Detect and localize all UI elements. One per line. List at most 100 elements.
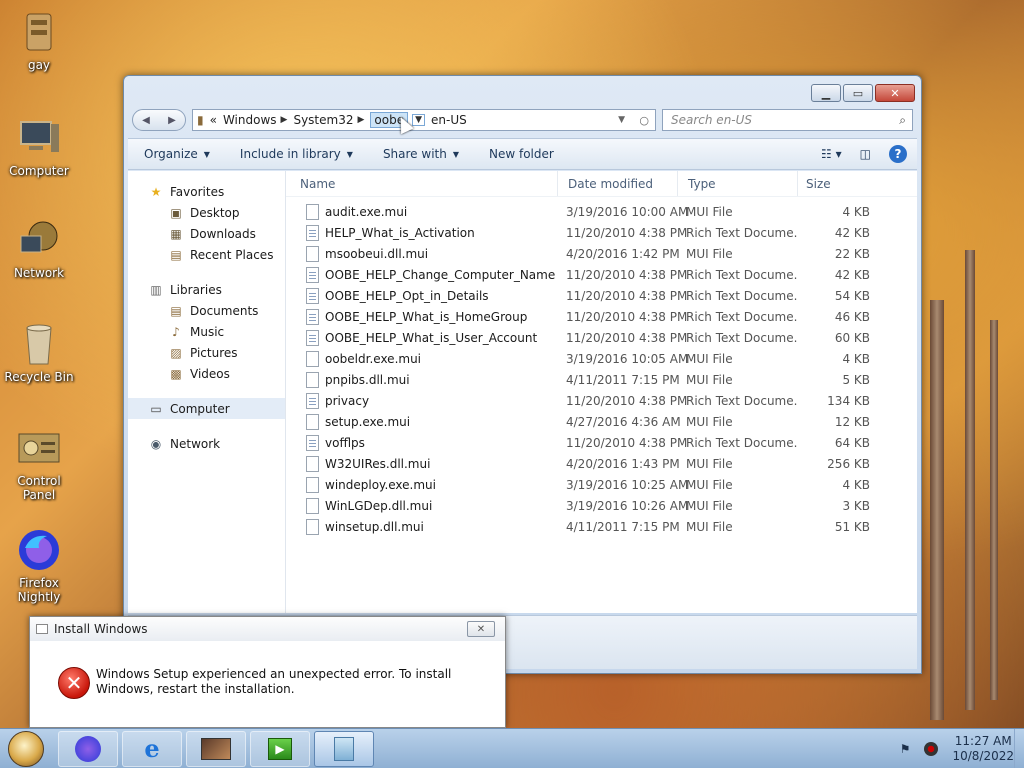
file-type: MUI File: [686, 372, 733, 387]
breadcrumb-arrow-icon[interactable]: ▶: [357, 115, 364, 125]
navigation-pane: ★ Favorites ▣ Desktop ▦ Downloads ▤ Recent P…: [128, 171, 286, 613]
error-icon: ✕: [58, 667, 90, 699]
clock[interactable]: 11:27 AM 10/8/2022: [952, 734, 1014, 764]
taskbar-internet-explorer[interactable]: e: [122, 730, 182, 767]
nav-recent-places[interactable]: ▤ Recent Places: [128, 244, 285, 265]
new-folder-button[interactable]: New folder: [489, 147, 554, 161]
column-type[interactable]: Type: [678, 171, 798, 196]
nav-label: Pictures: [190, 345, 238, 360]
column-size[interactable]: Size: [798, 171, 878, 196]
file-size: 60 KB: [834, 330, 870, 345]
table-row[interactable]: winsetup.dll.mui 4/11/2011 7:15 PM MUI Fil…: [286, 516, 917, 537]
help-icon[interactable]: ?: [889, 145, 907, 163]
show-desktop-button[interactable]: [1014, 729, 1024, 768]
minimize-icon: ▁: [821, 86, 831, 100]
table-row[interactable]: W32UIRes.dll.mui 4/20/2016 1:43 PM MUI Fil…: [286, 453, 917, 474]
search-box[interactable]: Search en-US ⌕: [662, 109, 913, 131]
table-row[interactable]: pnpibs.dll.mui 4/11/2011 7:15 PM MUI File 5…: [286, 369, 917, 390]
taskbar-photos[interactable]: [186, 730, 246, 767]
breadcrumb-arrow-icon[interactable]: ▶: [281, 115, 288, 125]
table-row[interactable]: windeploy.exe.mui 3/19/2016 10:25 AM MUI F…: [286, 474, 917, 495]
include-in-library-button[interactable]: Include in library ▼: [240, 147, 353, 161]
breadcrumb-en-us[interactable]: en-US: [431, 113, 467, 127]
search-input[interactable]: Search en-US: [671, 113, 752, 127]
search-icon[interactable]: ⌕: [899, 113, 906, 128]
table-row[interactable]: vofflps 11/20/2010 4:38 PM Rich Text Docum…: [286, 432, 917, 453]
nav-desktop[interactable]: ▣ Desktop: [128, 202, 285, 223]
address-overflow-chevron[interactable]: «: [210, 113, 217, 127]
taskbar-install-windows[interactable]: [314, 730, 374, 767]
dialog-close-button[interactable]: ✕: [467, 621, 495, 637]
nav-pictures[interactable]: ▨ Pictures: [128, 342, 285, 363]
view-controls: ☷ ▾ ◫ ?: [821, 145, 907, 163]
file-date: 11/20/2010 4:38 PM: [566, 288, 688, 303]
column-header: Name Date modified Type Size: [286, 171, 917, 197]
table-row[interactable]: oobeldr.exe.mui 3/19/2016 10:05 AM MUI Fil…: [286, 348, 917, 369]
table-row[interactable]: OOBE_HELP_What_is_HomeGroup 11/20/2010 4:…: [286, 306, 917, 327]
breadcrumb-windows[interactable]: Windows ▶: [223, 113, 288, 127]
taskbar-firefox-nightly[interactable]: [58, 730, 118, 767]
share-with-button[interactable]: Share with ▼: [383, 147, 459, 161]
nav-music[interactable]: ♪ Music: [128, 321, 285, 342]
share-with-label: Share with: [382, 147, 447, 161]
file-name-cell: OOBE_HELP_What_is_User_Account: [286, 329, 558, 346]
close-button[interactable]: ✕: [875, 84, 915, 102]
file-date: 11/20/2010 4:38 PM: [566, 435, 688, 450]
file-name-cell: msoobeui.dll.mui: [286, 245, 558, 262]
nav-computer[interactable]: ▭ Computer: [128, 398, 285, 419]
desktop-icon-user[interactable]: gay: [2, 10, 76, 72]
desktop-icon-computer[interactable]: Computer: [2, 116, 76, 178]
chevron-down-icon: ▼: [346, 149, 353, 159]
table-row[interactable]: audit.exe.mui 3/19/2016 10:00 AM MUI File 4…: [286, 201, 917, 222]
file-name-cell: WinLGDep.dll.mui: [286, 497, 558, 514]
forward-arrow-icon[interactable]: ▶: [168, 115, 176, 126]
desktop-icon-label: gay: [27, 58, 51, 72]
nav-videos[interactable]: ▩ Videos: [128, 363, 285, 384]
nav-documents[interactable]: ▤ Documents: [128, 300, 285, 321]
organize-button[interactable]: Organize ▼: [144, 147, 210, 161]
minimize-button[interactable]: ▁: [811, 84, 841, 102]
navigation-bar: ◀ ▶ ▮ « Windows ▶ System32 ▶ oobe ▼ en-US ▼…: [132, 108, 913, 132]
column-name[interactable]: Name: [286, 171, 558, 196]
table-row[interactable]: WinLGDep.dll.mui 3/19/2016 10:26 AM MUI Fi…: [286, 495, 917, 516]
column-date-modified[interactable]: Date modified: [558, 171, 678, 196]
taskbar-media-player[interactable]: ▶: [250, 730, 310, 767]
breadcrumb-system32[interactable]: System32 ▶: [293, 113, 364, 127]
start-button[interactable]: [8, 730, 44, 767]
nav-downloads[interactable]: ▦ Downloads: [128, 223, 285, 244]
file-name: HELP_What_is_Activation: [325, 225, 475, 240]
table-row[interactable]: privacy 11/20/2010 4:38 PM Rich Text Docum…: [286, 390, 917, 411]
tree-trunk: [965, 250, 975, 710]
preview-pane-icon[interactable]: ◫: [860, 147, 871, 161]
table-row[interactable]: OOBE_HELP_Change_Computer_Name 11/20/2010…: [286, 264, 917, 285]
table-row[interactable]: OOBE_HELP_Opt_in_Details 11/20/2010 4:38 …: [286, 285, 917, 306]
maximize-button[interactable]: ▭: [843, 84, 873, 102]
action-center-icon[interactable]: ⚑: [900, 742, 911, 756]
view-options-icon[interactable]: ☷ ▾: [821, 147, 842, 161]
recycle-bin-icon: [17, 322, 61, 366]
desktop-icon-recycle-bin[interactable]: Recycle Bin: [2, 322, 76, 384]
rtf-document-icon: [306, 266, 319, 283]
table-row[interactable]: HELP_What_is_Activation 11/20/2010 4:38 P…: [286, 222, 917, 243]
refresh-icon[interactable]: ○: [639, 114, 649, 127]
table-row[interactable]: msoobeui.dll.mui 4/20/2016 1:42 PM MUI Fil…: [286, 243, 917, 264]
back-arrow-icon[interactable]: ◀: [142, 115, 150, 126]
table-row[interactable]: setup.exe.mui 4/27/2016 4:36 AM MUI File 12…: [286, 411, 917, 432]
file-type: Rich Text Docume...: [686, 309, 798, 324]
file-rows: audit.exe.mui 3/19/2016 10:00 AM MUI File 4…: [286, 197, 917, 537]
table-row[interactable]: OOBE_HELP_What_is_User_Account 11/20/2010…: [286, 327, 917, 348]
nav-group-network: ◉ Network: [128, 433, 285, 454]
nav-network[interactable]: ◉ Network: [128, 433, 285, 454]
volume-icon[interactable]: [924, 742, 939, 756]
desktop-icon-firefox-nightly[interactable]: Firefox Nightly: [2, 528, 76, 604]
nav-libraries[interactable]: ▥ Libraries: [128, 279, 285, 300]
file-type: MUI File: [686, 246, 733, 261]
desktop-icon-network[interactable]: Network: [2, 218, 76, 280]
address-history-dropdown-icon[interactable]: ▼: [618, 115, 625, 125]
address-bar[interactable]: ▮ « Windows ▶ System32 ▶ oobe ▼ en-US ▼ ○: [192, 109, 656, 131]
desktop-icon-control-panel[interactable]: Control Panel: [2, 426, 76, 502]
nav-favorites[interactable]: ★ Favorites: [128, 181, 285, 202]
music-icon: ♪: [172, 324, 180, 339]
breadcrumb-dropdown-icon[interactable]: ▼: [412, 114, 426, 126]
file-icon: [306, 245, 319, 262]
